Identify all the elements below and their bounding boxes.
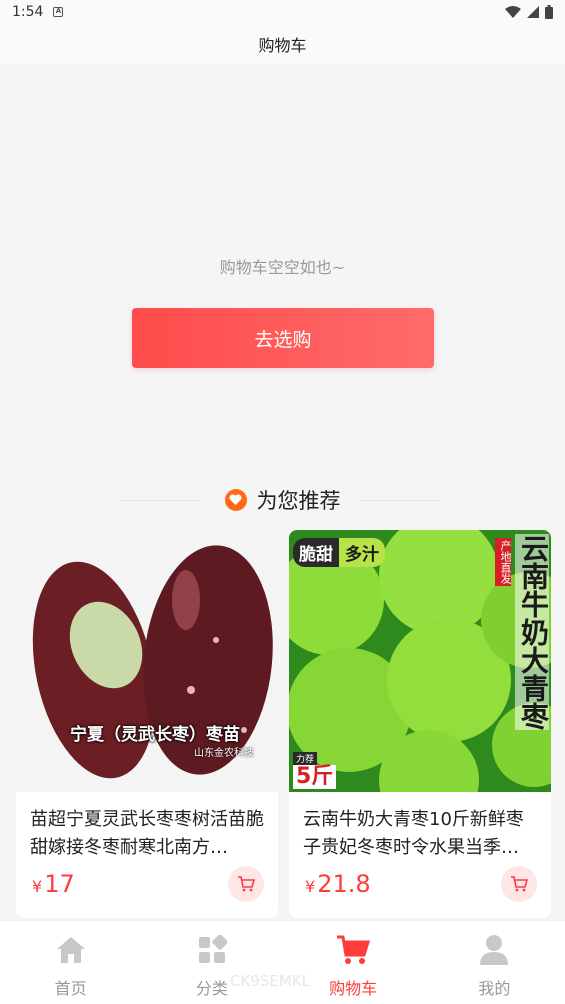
add-to-cart-button[interactable] [501, 866, 537, 902]
product-name: 苗超宁夏灵武长枣枣树活苗脆甜嫁接冬枣耐寒北南方… [30, 809, 264, 858]
tab-cart-label: 购物车 [329, 979, 378, 998]
recommend-header: 为您推荐 [0, 480, 565, 520]
wifi-icon [505, 6, 521, 18]
badge-left: 脆甜 [293, 538, 339, 567]
notification-a-icon: A [53, 7, 64, 17]
product-card[interactable]: 宁夏（灵武长枣）枣苗 山东金农科技 苗超宁夏灵武长枣枣树活苗脆甜嫁接冬枣耐寒北南… [16, 530, 278, 918]
product-price: ¥ 17 [32, 870, 75, 898]
tab-cart[interactable]: 购物车 [283, 921, 424, 1004]
product-image-green-jujube: 脆甜 多汁 产地直发 云南牛奶大青枣 力荐 5斤 [289, 530, 551, 792]
bottom-tab-bar: 首页 分类 购物车 我的 [0, 920, 565, 1004]
empty-cart-message: 购物车空空如也~ [219, 258, 346, 277]
product-card[interactable]: 脆甜 多汁 产地直发 云南牛奶大青枣 力荐 5斤 云南牛奶大青枣10斤新鲜枣子贵… [289, 530, 551, 918]
tab-profile-label: 我的 [478, 979, 511, 998]
badge-right: 多汁 [339, 538, 385, 567]
tab-home[interactable]: 首页 [0, 921, 141, 1004]
weight-value: 5斤 [293, 765, 337, 789]
origin-tag: 产地直发 [495, 538, 512, 586]
product-name: 云南牛奶大青枣10斤新鲜枣子贵妃冬枣时令水果当季… [303, 809, 524, 858]
recommend-title: 为您推荐 [256, 489, 341, 513]
tab-category-label: 分类 [195, 979, 228, 998]
tab-home-label: 首页 [54, 979, 87, 998]
badge-crisp-sweet: 脆甜 多汁 [293, 538, 385, 567]
signal-icon [527, 6, 539, 18]
image-subcaption: 山东金农科技 [194, 748, 254, 759]
weight-badge: 力荐 5斤 [293, 752, 337, 789]
image-caption: 宁夏（灵武长枣）枣苗 [70, 725, 240, 745]
divider-left [120, 500, 200, 501]
go-shopping-button[interactable]: 去选购 [132, 308, 434, 368]
category-icon [195, 933, 229, 967]
divider-right [360, 500, 440, 501]
cart-icon [238, 876, 255, 892]
status-bar: 1:54 A [0, 0, 565, 24]
empty-cart-area: 购物车空空如也~ 去选购 [0, 64, 565, 464]
heart-icon [224, 489, 247, 511]
vertical-title: 云南牛奶大青枣 [515, 534, 550, 730]
price-value: 17 [44, 870, 75, 898]
tab-profile[interactable]: 我的 [424, 921, 565, 1004]
product-image-jujube-seedling: 宁夏（灵武长枣）枣苗 山东金农科技 [16, 530, 278, 792]
price-value: 21.8 [317, 870, 371, 898]
page-header: 购物车 [0, 24, 565, 64]
cart-icon [336, 933, 371, 967]
product-price: ¥ 21.8 [305, 870, 371, 898]
battery-icon [545, 5, 553, 19]
home-icon [54, 933, 88, 967]
user-icon [477, 933, 511, 967]
status-time: 1:54 [12, 4, 44, 20]
cart-icon [511, 876, 528, 892]
add-to-cart-button[interactable] [228, 866, 264, 902]
price-symbol: ¥ [32, 877, 43, 896]
tab-category[interactable]: 分类 [141, 921, 282, 1004]
page-title: 购物车 [258, 36, 307, 55]
price-symbol: ¥ [305, 877, 316, 896]
